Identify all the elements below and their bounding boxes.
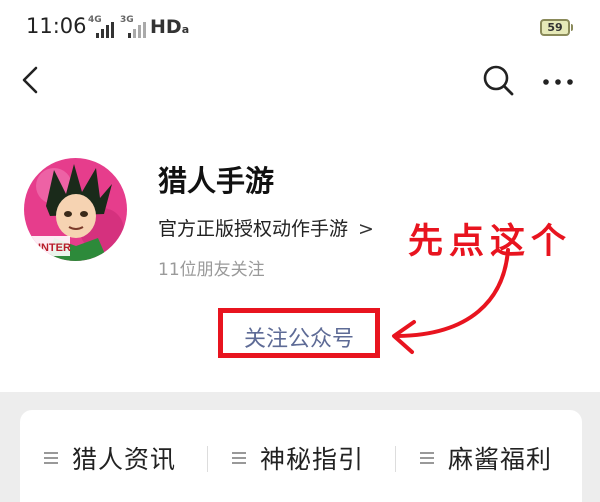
account-menu-bar: 猎人资讯 神秘指引 麻酱福利: [20, 410, 582, 502]
signal-icon-sim2: 3G: [120, 15, 146, 38]
menu-item-hunter-news[interactable]: 猎人资讯: [44, 438, 176, 478]
battery-icon: 59: [540, 19, 573, 36]
account-description-link[interactable]: 官方正版授权动作手游 >: [158, 214, 374, 241]
menu-item-label: 猎人资讯: [72, 445, 177, 474]
menu-divider: [207, 446, 208, 472]
account-description: 官方正版授权动作手游: [158, 218, 349, 240]
status-bar: 11:06 4G 3G HDa 59: [0, 0, 600, 56]
annotation-arrow-icon: [392, 248, 510, 354]
chevron-left-icon: [22, 66, 38, 94]
menu-item-label: 麻酱福利: [448, 445, 553, 474]
status-time: 11:06: [26, 14, 87, 38]
menu-icon: [232, 452, 246, 464]
follow-button[interactable]: 关注公众号: [223, 321, 375, 353]
menu-item-label: 神秘指引: [260, 445, 365, 474]
more-button[interactable]: [538, 62, 578, 98]
signal-icon-sim1: 4G: [88, 15, 114, 38]
hd-voice-indicator: HDa: [150, 16, 190, 38]
highlight-box: 关注公众号: [218, 308, 380, 358]
menu-icon: [420, 452, 434, 464]
friends-following: 11位朋友关注: [158, 260, 265, 280]
more-dots-icon: [543, 79, 573, 85]
search-icon: [483, 65, 514, 96]
chevron-right-icon: >: [358, 218, 374, 240]
battery-level: 59: [547, 21, 563, 34]
back-button[interactable]: [14, 62, 50, 98]
search-button[interactable]: [480, 62, 516, 98]
account-avatar[interactable]: HUNTER: [24, 158, 127, 261]
account-name: 猎人手游: [158, 164, 275, 198]
avatar-caption: HUNTER: [25, 242, 71, 254]
avatar-image: HUNTER: [24, 158, 127, 261]
menu-icon: [44, 452, 58, 464]
menu-item-benefits[interactable]: 麻酱福利: [420, 438, 552, 478]
menu-divider: [395, 446, 396, 472]
menu-item-mystery-guide[interactable]: 神秘指引: [232, 438, 364, 478]
